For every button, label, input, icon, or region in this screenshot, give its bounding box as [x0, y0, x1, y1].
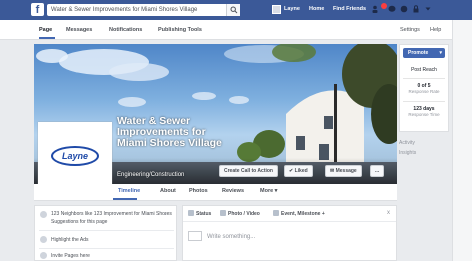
composer-tab-event[interactable]: Event, Milestone + [281, 211, 325, 217]
response-rate-label: Response Rate [408, 89, 440, 94]
chat-sidebar-edge [452, 20, 472, 261]
event-icon [273, 210, 279, 216]
insights-link[interactable]: Insights [399, 150, 416, 156]
tab-timeline[interactable]: Timeline [118, 188, 140, 194]
tab-help[interactable]: Help [430, 27, 441, 33]
tab-reviews[interactable]: Reviews [222, 188, 244, 194]
facebook-page-admin: f Water & Sewer Improvements for Miami S… [0, 0, 472, 261]
active-tab-indicator [39, 37, 55, 39]
tab-page[interactable]: Page [39, 27, 52, 33]
composer-tab-photo[interactable]: Photo / Video [228, 211, 260, 217]
invite-pages-link[interactable]: Invite Pages here [51, 253, 90, 259]
globe-icon[interactable] [400, 5, 408, 13]
post-reach-stat[interactable]: Post Reach [400, 67, 448, 73]
notification-badge [381, 3, 387, 9]
facebook-logo-icon[interactable]: f [31, 3, 44, 16]
collapse-chevron-icon[interactable]: ⌄ [163, 210, 168, 217]
search-icon [230, 6, 238, 14]
active-subtab-indicator [113, 198, 137, 200]
post-composer: Status Photo / Video Event, Milestone + … [182, 205, 397, 261]
composer-tab-status[interactable]: Status [196, 211, 211, 217]
neighbors-icon [40, 211, 47, 218]
search-input[interactable]: Water & Sewer Improvements for Miami Sho… [47, 4, 237, 16]
liked-label: Liked [294, 168, 308, 174]
divider [403, 78, 445, 79]
page-stats-card: Promote ▾ Post Reach 0 of 5 Response Rat… [399, 44, 449, 132]
layne-logo: Layne [51, 146, 99, 166]
status-icon [188, 210, 194, 216]
promote-button[interactable]: Promote ▾ [403, 48, 445, 58]
more-options-button[interactable]: ... [370, 165, 385, 177]
ads-icon [40, 236, 47, 243]
lock-icon[interactable] [412, 5, 420, 13]
composer-input[interactable]: Write something... [207, 234, 255, 240]
liked-button[interactable]: ✔ Liked [284, 165, 313, 177]
chevron-down-icon: ▾ [274, 188, 278, 194]
nav-profile-link[interactable]: Layne [284, 6, 300, 12]
highlight-ads-link[interactable]: Highlight the Ads [51, 237, 89, 243]
tab-settings[interactable]: Settings [400, 27, 420, 33]
friend-requests-icon[interactable] [372, 5, 380, 13]
divider [39, 248, 174, 249]
top-navbar: f Water & Sewer Improvements for Miami S… [0, 0, 472, 20]
photo-icon [220, 210, 226, 216]
chevron-down-icon: ▾ [439, 50, 442, 56]
tab-messages[interactable]: Messages [66, 27, 92, 33]
neighbors-like-text[interactable]: 123 Neighbors like 123 Improvement for M… [51, 211, 172, 217]
tab-photos[interactable]: Photos [189, 188, 208, 194]
divider [39, 230, 174, 231]
messages-icon[interactable] [388, 5, 396, 13]
tab-about[interactable]: About [160, 188, 176, 194]
post-reach-label: Post Reach [411, 67, 437, 73]
tab-notifications[interactable]: Notifications [109, 27, 142, 33]
message-label: Message [335, 168, 357, 174]
response-time-stat[interactable]: 123 days Response Time [400, 106, 448, 117]
nav-find-friends-link[interactable]: Find Friends [333, 6, 366, 12]
tab-more[interactable]: More ▾ [260, 188, 277, 194]
suggestions-text[interactable]: Suggestions for this page [51, 219, 107, 225]
promote-label: Promote [408, 50, 429, 56]
activity-link[interactable]: Activity [399, 140, 415, 146]
divider [403, 101, 445, 102]
response-rate-stat[interactable]: 0 of 5 Response Rate [400, 83, 448, 94]
page-admin-tabs: Page Messages Notifications Publishing T… [0, 20, 472, 40]
nav-home-link[interactable]: Home [309, 6, 324, 12]
message-button[interactable]: ✉ Message [325, 165, 362, 177]
page-avatar [188, 231, 202, 241]
response-time-label: Response Time [408, 112, 440, 117]
invite-icon [40, 252, 47, 259]
profile-picture[interactable]: Layne [38, 122, 112, 188]
chevron-down-icon[interactable] [424, 5, 432, 13]
divider [183, 221, 396, 222]
page-title[interactable]: Water & Sewer Improvements for Miami Sho… [117, 116, 227, 149]
tab-more-label: More [260, 188, 274, 194]
create-cta-button[interactable]: Create Call to Action [219, 165, 278, 177]
page-info-card: 123 Neighbors like 123 Improvement for M… [34, 205, 177, 261]
logo-text: Layne [61, 151, 88, 161]
tab-publishing-tools[interactable]: Publishing Tools [158, 27, 202, 33]
close-icon[interactable]: x [387, 210, 390, 216]
user-avatar[interactable] [272, 5, 281, 14]
timeline-tabs: Timeline About Photos Reviews More ▾ [34, 184, 397, 201]
search-button[interactable] [226, 4, 240, 16]
page-category[interactable]: Engineering/Construction [117, 172, 184, 178]
